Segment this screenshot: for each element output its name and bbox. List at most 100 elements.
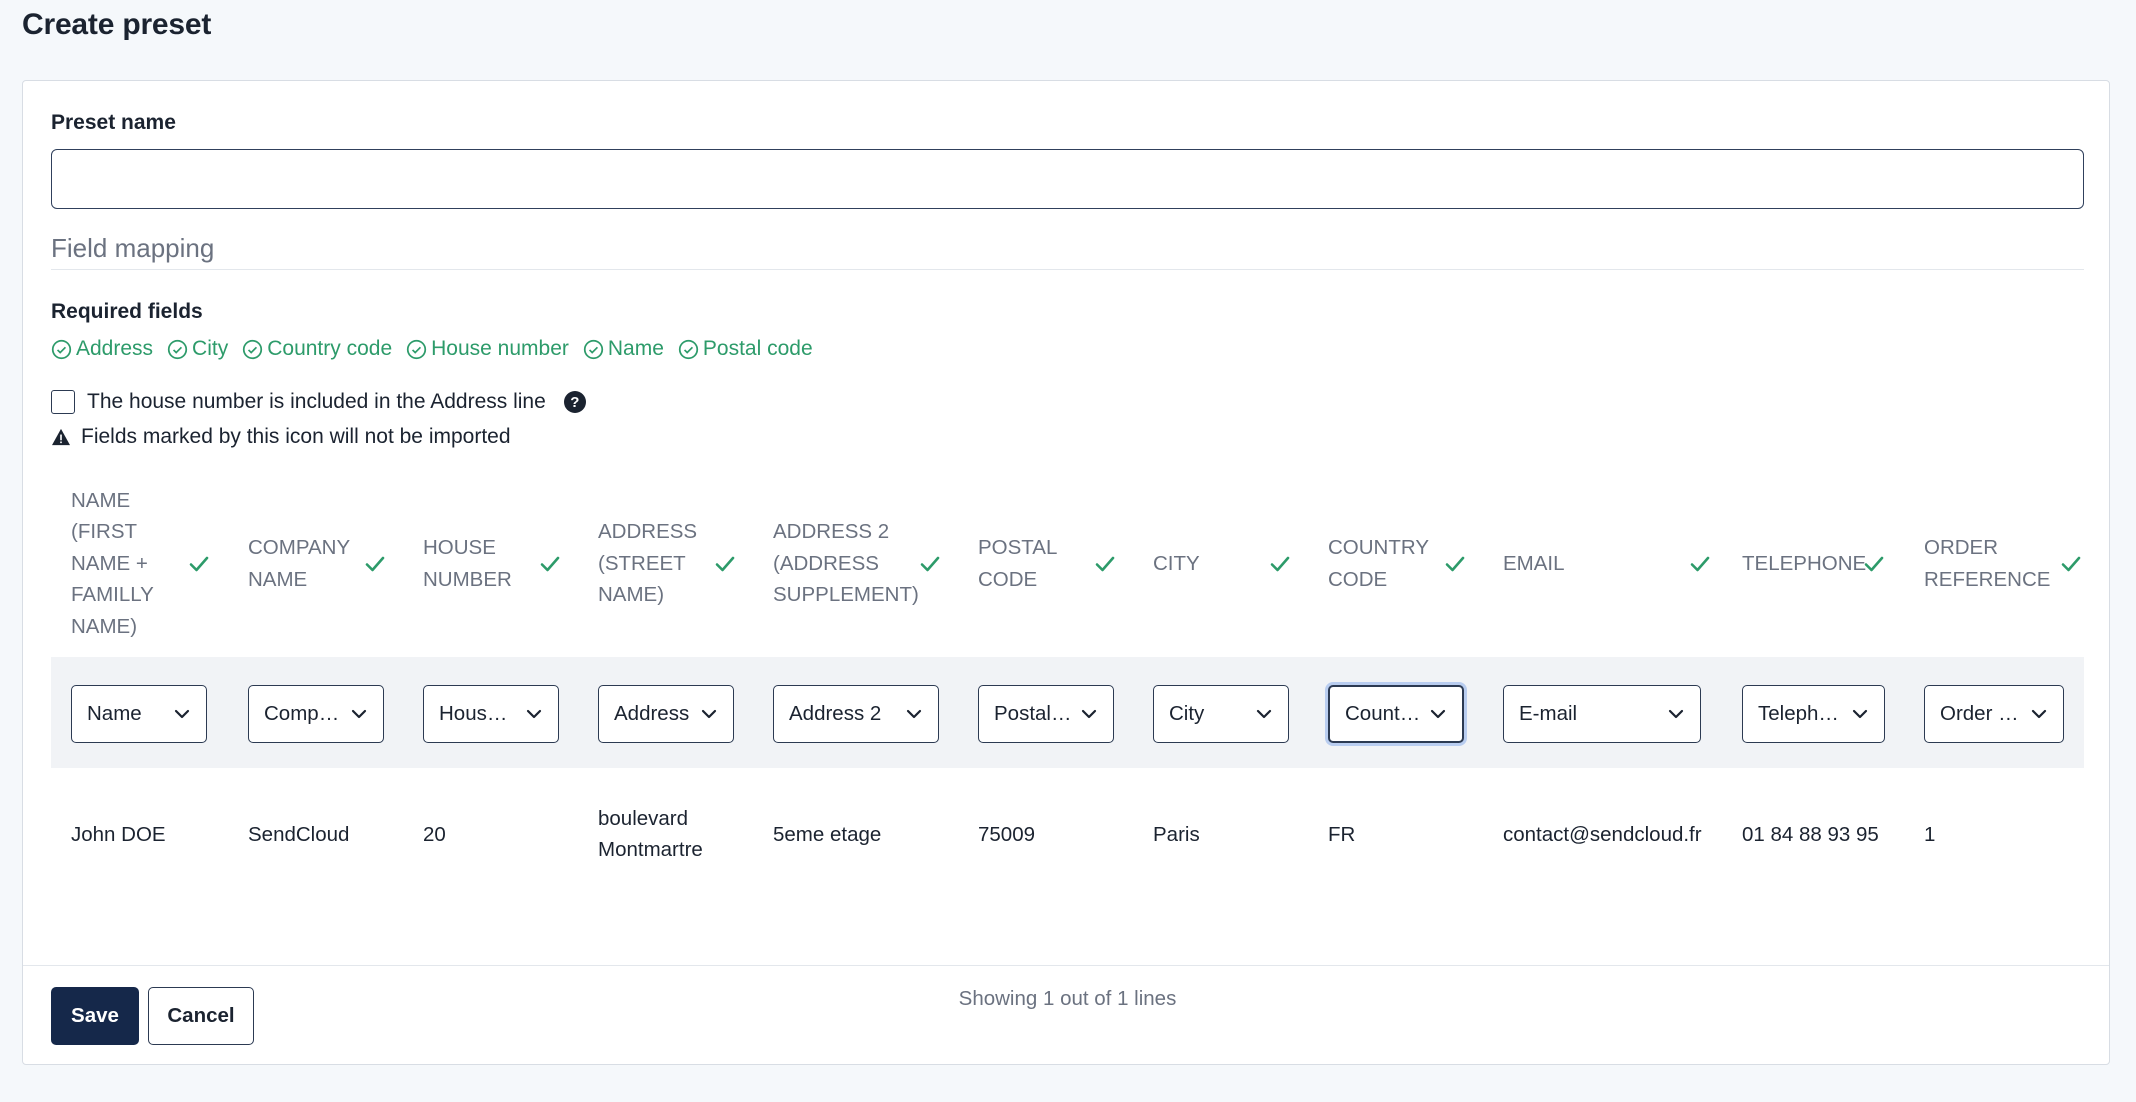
- table-cell-house-number: 20: [423, 822, 446, 846]
- field-select-value: Address: [614, 702, 690, 725]
- field-select-value: Name: [87, 702, 142, 725]
- check-circle-icon: [583, 339, 603, 359]
- field-select-email[interactable]: E-mail: [1503, 685, 1701, 743]
- field-select-company-name[interactable]: Company name: [248, 685, 384, 743]
- question-circle-icon[interactable]: ?: [563, 391, 586, 413]
- check-icon: [363, 554, 387, 574]
- field-select-value: E-mail: [1519, 702, 1578, 725]
- field-select-address-2-address-supplement[interactable]: Address 2: [773, 685, 939, 743]
- check-icon: [713, 554, 737, 574]
- column-header-address-street-name: ADDRESS (STREET NAME): [598, 476, 710, 651]
- table-cell-address-2-address-supplement: 5eme etage: [773, 822, 882, 846]
- import-warning-text: Fields marked by this icon will not be i…: [81, 425, 511, 448]
- footer-divider: [23, 965, 2109, 966]
- check-circle-icon: [407, 339, 427, 359]
- column-header-postal-code: POSTAL CODE: [978, 476, 1088, 651]
- column-header-label: CITY: [1153, 551, 1200, 575]
- column-header-label: NAME (FIRST NAME + FAMILLY NAME): [71, 488, 154, 638]
- chevron-down-icon: [2022, 708, 2048, 720]
- required-field-name: Name: [583, 337, 664, 361]
- column-header-company-name: COMPANY NAME: [248, 476, 358, 651]
- column-header-label: TELEPHONE: [1742, 551, 1867, 575]
- field-select-postal-code[interactable]: Postal code: [978, 685, 1114, 743]
- chevron-down-icon: [1421, 708, 1447, 720]
- table-cell-city: Paris: [1153, 822, 1200, 846]
- column-header-label: ADDRESS (STREET NAME): [598, 520, 698, 607]
- check-icon: [1268, 554, 1292, 574]
- field-select-value: Company name: [264, 702, 342, 725]
- field-select-value: Country code: [1345, 702, 1421, 725]
- column-header-house-number: HOUSE NUMBER: [423, 476, 533, 651]
- house-number-checkbox-label[interactable]: The house number is included in the Addr…: [87, 390, 546, 414]
- column-header-address-2-address-supplement: ADDRESS 2 (ADDRESS SUPPLEMENT): [773, 476, 919, 651]
- field-select-name-first-name-familly-name[interactable]: Name: [71, 685, 207, 743]
- field-select-value: Address 2: [789, 702, 882, 725]
- field-select-value: Order reference: [1940, 702, 2022, 725]
- page-title: Create preset: [22, 8, 212, 41]
- check-icon: [538, 554, 562, 574]
- preset-name-input[interactable]: [51, 149, 2084, 209]
- section-divider: [51, 269, 2084, 270]
- required-field-house-number: House number: [406, 337, 569, 361]
- column-header-label: COMPANY NAME: [248, 536, 350, 591]
- field-mapping-title: Field mapping: [51, 233, 215, 263]
- chevron-down-icon: [517, 708, 543, 720]
- showing-lines-text: Showing 1 out of 1 lines: [958, 987, 1177, 1010]
- field-select-city[interactable]: City: [1153, 685, 1289, 743]
- chevron-down-icon: [692, 708, 718, 720]
- required-field-postal-code: Postal code: [678, 337, 813, 361]
- table-cell-company-name: SendCloud: [248, 822, 350, 846]
- check-icon: [1862, 554, 1886, 574]
- preset-name-label: Preset name: [51, 111, 176, 134]
- mapping-select-row: Name Company name House number Address Addre…: [51, 657, 2084, 768]
- field-select-house-number[interactable]: House number: [423, 685, 559, 743]
- required-field-address: Address: [51, 337, 153, 361]
- column-header-label: ADDRESS 2 (ADDRESS SUPPLEMENT): [773, 520, 919, 607]
- required-fields-list: Address City Country code House number N…: [51, 337, 813, 361]
- check-circle-icon: [51, 339, 72, 359]
- chevron-down-icon: [897, 708, 923, 720]
- required-fields-title: Required fields: [51, 300, 203, 323]
- table-cell-address-street-name: boulevard Montmartre: [598, 807, 703, 861]
- check-icon: [918, 554, 942, 574]
- field-select-value: City: [1169, 702, 1205, 725]
- chevron-down-icon: [342, 708, 368, 720]
- field-select-telephone[interactable]: Telephone: [1742, 685, 1885, 743]
- field-select-order-reference[interactable]: Order reference: [1924, 685, 2064, 743]
- chevron-down-icon: [1659, 708, 1685, 720]
- check-circle-icon: [243, 339, 263, 359]
- required-field-city: City: [167, 337, 228, 361]
- house-number-checkbox[interactable]: [51, 390, 75, 414]
- check-icon: [1093, 554, 1117, 574]
- check-icon: [1688, 554, 1712, 574]
- check-icon: [187, 554, 211, 574]
- check-circle-icon: [167, 339, 188, 359]
- chevron-down-icon: [165, 708, 191, 720]
- field-select-value: Telephone: [1758, 702, 1843, 725]
- field-select-value: Postal code: [994, 702, 1072, 725]
- field-select-country-code[interactable]: Country code: [1328, 685, 1464, 743]
- warning-triangle-icon: [52, 428, 70, 446]
- chevron-down-icon: [1247, 708, 1273, 720]
- table-cell-country-code: FR: [1328, 822, 1356, 846]
- required-field-country-code: Country code: [242, 337, 392, 361]
- table-cell-telephone: 01 84 88 93 95: [1742, 822, 1879, 846]
- table-cell-postal-code: 75009: [978, 822, 1036, 846]
- import-warning: Fields marked by this icon will not be i…: [51, 425, 511, 449]
- cancel-button[interactable]: Cancel: [148, 987, 254, 1045]
- column-header-label: ORDER REFERENCE: [1924, 536, 2051, 591]
- check-icon: [2059, 554, 2083, 574]
- table-cell-email: contact@sendcloud.fr: [1503, 822, 1702, 846]
- save-button[interactable]: Save: [51, 987, 139, 1045]
- column-header-name-first-name-familly-name: NAME (FIRST NAME + FAMILLY NAME): [71, 476, 173, 651]
- field-select-address-street-name[interactable]: Address: [598, 685, 734, 743]
- field-select-value: House number: [439, 702, 517, 725]
- column-header-order-reference: ORDER REFERENCE: [1924, 476, 2054, 651]
- table-cell-name-first-name-familly-name: John DOE: [71, 822, 166, 846]
- column-header-telephone: TELEPHONE: [1742, 476, 1867, 651]
- column-header-email: EMAIL: [1503, 476, 1683, 651]
- column-header-label: EMAIL: [1503, 551, 1565, 575]
- column-header-city: CITY: [1153, 476, 1263, 651]
- house-number-option: The house number is included in the Addr…: [51, 390, 586, 414]
- check-circle-icon: [678, 339, 699, 359]
